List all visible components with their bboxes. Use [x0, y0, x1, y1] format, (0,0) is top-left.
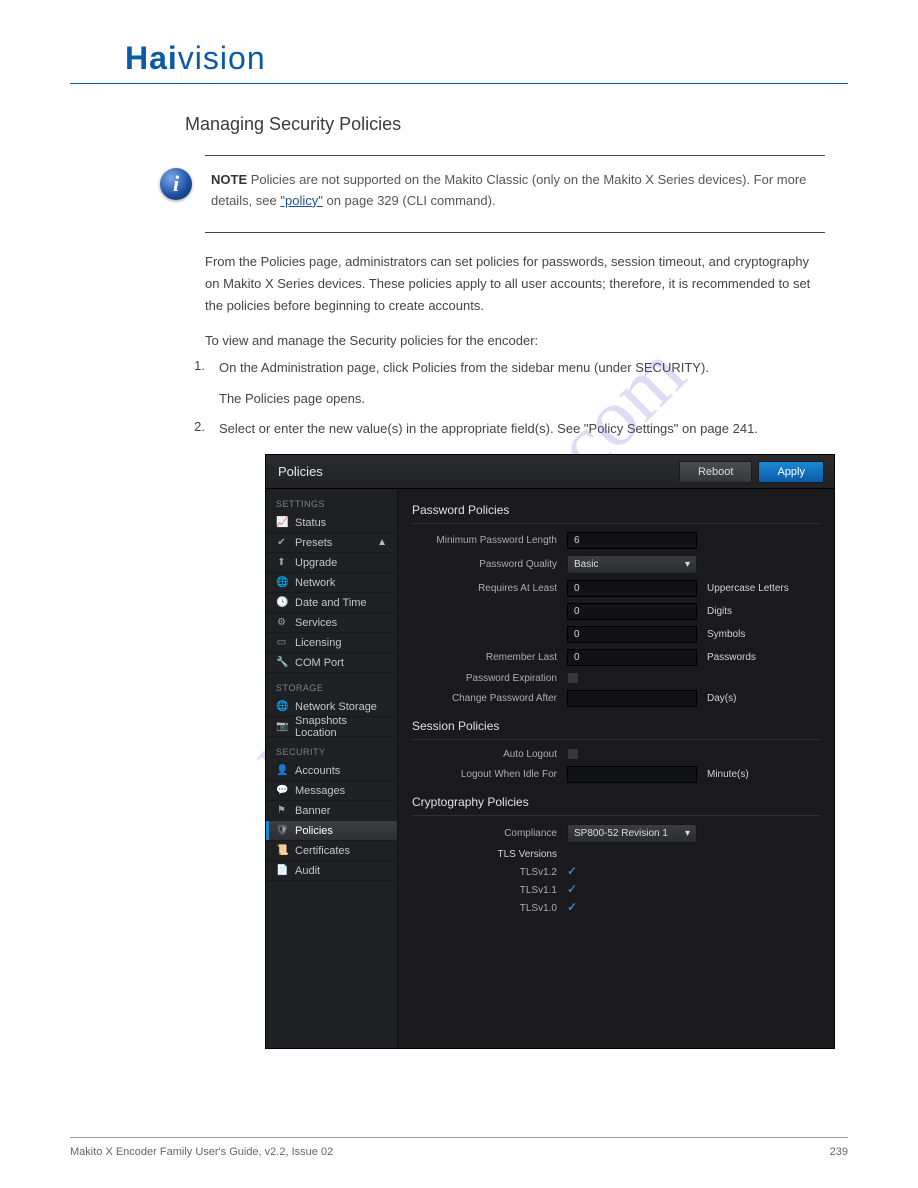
select-compliance[interactable]: SP800-52 Revision 1▾	[567, 824, 697, 843]
sidebar-heading-settings: SETTINGS	[266, 489, 397, 513]
suffix-change-after: Day(s)	[707, 693, 736, 704]
chevron-down-icon: ▾	[685, 559, 690, 570]
clock-icon: 🕓	[276, 597, 287, 608]
label-quality: Password Quality	[412, 559, 567, 570]
shield-icon: 🛡	[276, 825, 287, 836]
note-text-after: on page 329 (CLI command).	[326, 193, 495, 208]
sidebar: SETTINGS 📈Status ✔Presets▲ ⬆Upgrade 🌐Net…	[266, 489, 398, 1048]
cert-icon: 📜	[276, 845, 287, 856]
sidebar-item-snapshots[interactable]: 📷Snapshots Location	[266, 717, 397, 737]
chart-icon: 📈	[276, 517, 287, 528]
suffix-idle: Minute(s)	[707, 769, 749, 780]
sidebar-heading-storage: STORAGE	[266, 673, 397, 697]
sidebar-item-messages[interactable]: 💬Messages	[266, 781, 397, 801]
check-icon: ✔	[276, 537, 287, 548]
section-password-title: Password Policies	[412, 503, 820, 524]
suffix-digits: Digits	[707, 606, 732, 617]
sidebar-item-status[interactable]: 📈Status	[266, 513, 397, 533]
message-icon: 💬	[276, 785, 287, 796]
input-requires-digits[interactable]	[567, 603, 697, 620]
footer-right: 239	[830, 1146, 848, 1158]
checkbox-tls12[interactable]	[567, 866, 579, 878]
section-session-title: Session Policies	[412, 719, 820, 740]
label-expiration: Password Expiration	[412, 673, 567, 684]
label-change-after: Change Password After	[412, 693, 567, 704]
input-requires-upper[interactable]	[567, 580, 697, 597]
sidebar-heading-security: SECURITY	[266, 737, 397, 761]
sidebar-item-datetime[interactable]: 🕓Date and Time	[266, 593, 397, 613]
footer-left: Makito X Encoder Family User's Guide, v2…	[70, 1146, 333, 1158]
suffix-symbols: Symbols	[707, 629, 745, 640]
checkbox-tls10[interactable]	[567, 902, 579, 914]
apply-button[interactable]: Apply	[758, 461, 824, 483]
label-idle: Logout When Idle For	[412, 769, 567, 780]
sidebar-item-licensing[interactable]: ▭Licensing	[266, 633, 397, 653]
steps-lead: To view and manage the Security policies…	[205, 333, 825, 348]
sidebar-item-presets[interactable]: ✔Presets▲	[266, 533, 397, 553]
brand-part2: vision	[178, 40, 266, 76]
sidebar-item-services[interactable]: ⚙Services	[266, 613, 397, 633]
brand-logo: Haivision	[125, 40, 848, 77]
brand-part1: Hai	[125, 40, 178, 76]
step-1-text: On the Administration page, click Polici…	[219, 358, 825, 379]
sidebar-item-certificates[interactable]: 📜Certificates	[266, 841, 397, 861]
info-icon: i	[160, 168, 192, 200]
label-compliance: Compliance	[412, 828, 567, 839]
card-icon: ▭	[276, 637, 287, 648]
footer-rule	[70, 1137, 848, 1138]
input-remember[interactable]	[567, 649, 697, 666]
intro-text: From the Policies page, administrators c…	[205, 251, 825, 317]
input-change-after[interactable]	[567, 690, 697, 707]
wrench-icon: 🔧	[276, 657, 287, 668]
label-tls12: TLSv1.2	[412, 867, 567, 878]
sidebar-item-comport[interactable]: 🔧COM Port	[266, 653, 397, 673]
step-number: 1.	[185, 358, 205, 379]
step-1-result: The Policies page opens.	[219, 389, 825, 410]
camera-icon: 📷	[276, 721, 287, 732]
step-number: 2.	[185, 419, 205, 440]
label-requires: Requires At Least	[412, 583, 567, 594]
label-remember: Remember Last	[412, 652, 567, 663]
suffix-upper: Uppercase Letters	[707, 583, 789, 594]
file-icon: 📄	[276, 865, 287, 876]
input-idle[interactable]	[567, 766, 697, 783]
sidebar-item-upgrade[interactable]: ⬆Upgrade	[266, 553, 397, 573]
label-auto-logout: Auto Logout	[412, 749, 567, 760]
policies-screenshot: Policies Reboot Apply SETTINGS 📈Status ✔…	[265, 454, 835, 1049]
upload-icon: ⬆	[276, 557, 287, 568]
flag-icon: ⚑	[276, 805, 287, 816]
input-min-length[interactable]	[567, 532, 697, 549]
globe-icon: 🌐	[276, 701, 287, 712]
note-link[interactable]: "policy"	[280, 193, 322, 208]
tls-heading: TLS Versions	[412, 849, 567, 860]
sidebar-item-accounts[interactable]: 👤Accounts	[266, 761, 397, 781]
user-icon: 👤	[276, 765, 287, 776]
header-rule	[70, 83, 848, 84]
sidebar-item-audit[interactable]: 📄Audit	[266, 861, 397, 881]
checkbox-auto-logout[interactable]	[567, 748, 579, 760]
label-min-length: Minimum Password Length	[412, 535, 567, 546]
label-tls11: TLSv1.1	[412, 885, 567, 896]
input-requires-symbols[interactable]	[567, 626, 697, 643]
globe-icon: 🌐	[276, 577, 287, 588]
sidebar-item-policies[interactable]: 🛡Policies	[266, 821, 397, 841]
checkbox-tls11[interactable]	[567, 884, 579, 896]
checkbox-expiration[interactable]	[567, 672, 579, 684]
step-2-text: Select or enter the new value(s) in the …	[219, 419, 825, 440]
panel-title: Policies	[278, 464, 323, 479]
label-tls10: TLSv1.0	[412, 903, 567, 914]
select-quality[interactable]: Basic▾	[567, 555, 697, 574]
note-body: NOTE Policies are not supported on the M…	[205, 156, 825, 232]
sidebar-item-banner[interactable]: ⚑Banner	[266, 801, 397, 821]
suffix-remember: Passwords	[707, 652, 756, 663]
gear-icon: ⚙	[276, 617, 287, 628]
sidebar-item-network[interactable]: 🌐Network	[266, 573, 397, 593]
chevron-down-icon: ▾	[685, 828, 690, 839]
note-bold: NOTE	[211, 172, 247, 187]
section-title: Managing Security Policies	[185, 114, 848, 135]
reboot-button[interactable]: Reboot	[679, 461, 752, 483]
warning-icon: ▲	[377, 537, 387, 548]
note-rule-bot	[205, 232, 825, 233]
section-crypto-title: Cryptography Policies	[412, 795, 820, 816]
